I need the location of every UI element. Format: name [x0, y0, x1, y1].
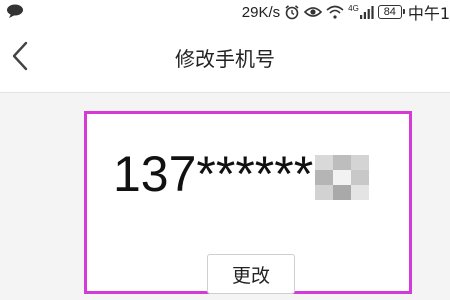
page-title: 修改手机号 [175, 47, 275, 71]
network-type: 4G [348, 4, 359, 13]
pixelated-redaction [315, 154, 370, 200]
chat-bubble-icon [6, 3, 24, 18]
signal-icon: 4G [348, 5, 374, 19]
status-bar: 29K/s 4G 84 中午1 [0, 0, 450, 24]
battery-level: 84 [383, 6, 396, 18]
battery-icon: 84 [377, 5, 405, 19]
nav-bar: 修改手机号 [0, 24, 450, 93]
phone-number: 137****** [113, 146, 314, 202]
phone-card: 137****** 更改 [84, 111, 412, 294]
clock: 中午1 [407, 4, 450, 23]
network-speed: 29K/s [241, 3, 281, 21]
change-button[interactable]: 更改 [207, 254, 295, 294]
alarm-icon [284, 4, 300, 20]
phone-number-row: 137****** [113, 144, 370, 204]
content-area: 137****** 更改 [0, 93, 450, 300]
status-indicators: 29K/s 4G 84 中午1 [242, 0, 450, 24]
wifi-icon [326, 5, 344, 19]
eye-icon [304, 5, 323, 19]
